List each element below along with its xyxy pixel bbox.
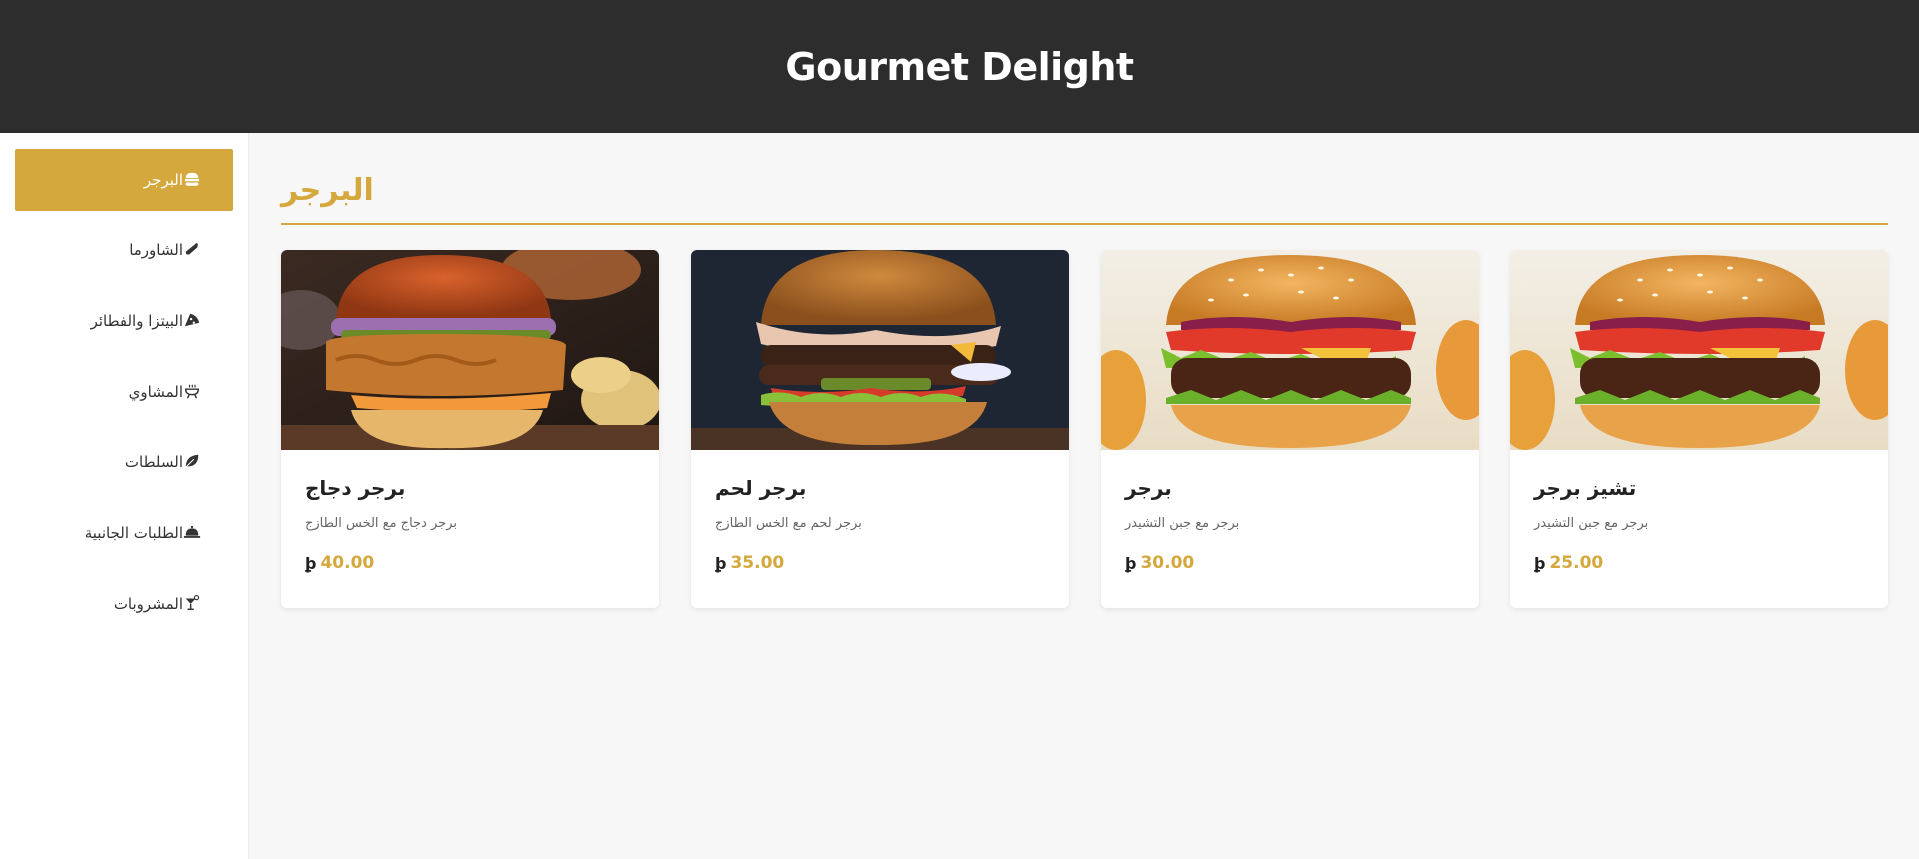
product-description: برجر لحم مع الخس الطازج — [715, 516, 862, 531]
sidebar-item-shawarma[interactable]: الشاورما — [15, 219, 233, 281]
riyal-icon: ꝧ — [715, 553, 727, 573]
sidebar-item-label: الطلبات الجانبية — [84, 524, 183, 542]
chicken-burger-photo — [281, 250, 659, 450]
riyal-icon: ꝧ — [1534, 553, 1546, 573]
product-price: 35.00 — [730, 553, 785, 573]
riyal-icon: ꝧ — [1125, 553, 1137, 573]
product-price: 40.00 — [320, 553, 375, 573]
product-card[interactable]: تشيز برجر برجر مع جبن التشيدر ꝧ 25.00 — [1510, 250, 1888, 608]
site-header: Gourmet Delight — [0, 0, 1919, 133]
beef-burger-photo — [691, 250, 1069, 450]
sidebar-item-grills[interactable]: المشاوي — [15, 361, 233, 423]
sidebar-item-burgers[interactable]: البرجر — [15, 149, 233, 211]
product-card[interactable]: برجر لحم برجر لحم مع الخس الطازج ꝧ 35.00 — [691, 250, 1069, 608]
product-price-row: ꝧ 40.00 — [305, 553, 635, 573]
site-title: Gourmet Delight — [785, 44, 1134, 89]
section-divider — [281, 223, 1888, 225]
product-description: برجر مع جبن التشيدر — [1125, 516, 1240, 531]
sidebar-item-label: الشاورما — [129, 241, 183, 259]
product-name: تشيز برجر — [1534, 476, 1637, 500]
sidebar-item-salads[interactable]: السلطات — [15, 431, 233, 493]
pizza-icon — [183, 311, 203, 331]
product-price: 25.00 — [1549, 553, 1604, 573]
grill-icon — [183, 382, 203, 402]
product-description: برجر دجاج مع الخس الطازج — [305, 516, 457, 531]
burger-icon — [183, 170, 203, 190]
sidebar-item-label: البرجر — [143, 171, 183, 189]
sidebar-item-drinks[interactable]: المشروبات — [15, 573, 233, 635]
cheeseburger-photo — [1101, 250, 1479, 450]
cheeseburger-photo — [1510, 250, 1888, 450]
sidebar-item-label: السلطات — [124, 453, 183, 471]
product-price-row: ꝧ 35.00 — [715, 553, 1045, 573]
cloche-icon — [183, 523, 203, 543]
sidebar-item-label: البيتزا والفطائر — [90, 312, 183, 330]
product-card[interactable]: برجر برجر مع جبن التشيدر ꝧ 30.00 — [1101, 250, 1479, 608]
product-name: برجر — [1125, 476, 1172, 500]
product-price: 30.00 — [1140, 553, 1195, 573]
sidebar-item-sides[interactable]: الطلبات الجانبية — [15, 502, 233, 564]
product-description: برجر مع جبن التشيدر — [1534, 516, 1649, 531]
category-sidebar: البرجر الشاورما البيتزا والفطائر المشاوي… — [0, 133, 249, 859]
sidebar-item-pizza[interactable]: البيتزا والفطائر — [15, 290, 233, 352]
riyal-icon: ꝧ — [305, 553, 317, 573]
sidebar-item-label: المشروبات — [113, 595, 183, 613]
sidebar-item-label: المشاوي — [128, 383, 183, 401]
section-title: البرجر — [281, 173, 374, 208]
leaf-icon — [183, 452, 203, 472]
drink-icon — [183, 594, 203, 614]
product-card[interactable]: برجر دجاج برجر دجاج مع الخس الطازج ꝧ 40.… — [281, 250, 659, 608]
shawarma-icon — [183, 240, 203, 260]
product-name: برجر لحم — [715, 476, 807, 500]
product-price-row: ꝧ 30.00 — [1125, 553, 1455, 573]
product-price-row: ꝧ 25.00 — [1534, 553, 1864, 573]
product-name: برجر دجاج — [305, 476, 406, 500]
